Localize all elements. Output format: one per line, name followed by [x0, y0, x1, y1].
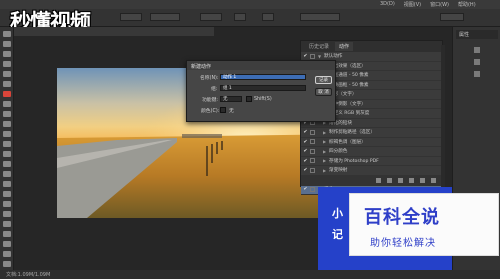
path-select-icon[interactable]	[3, 191, 11, 197]
new-set-icon[interactable]	[409, 178, 414, 183]
foreground-color-icon[interactable]	[3, 241, 11, 247]
option-slot[interactable]	[262, 13, 274, 21]
dialog-toggle-box[interactable]	[310, 53, 315, 59]
quick-select-tool-icon[interactable]	[3, 61, 11, 67]
option-slot[interactable]	[440, 13, 464, 21]
option-slot[interactable]	[200, 13, 222, 21]
check-icon[interactable]: ✔	[301, 139, 310, 145]
blur-tool-icon[interactable]	[3, 151, 11, 157]
banner-title: 百科全说	[364, 207, 440, 228]
check-icon[interactable]: ✔	[301, 129, 310, 135]
lasso-tool-icon[interactable]	[3, 51, 11, 57]
action-row[interactable]: ✔ ▶ 制作剪贴路径（选区）	[301, 128, 442, 138]
dodge-tool-icon[interactable]	[3, 161, 11, 167]
option-slot[interactable]	[234, 13, 246, 21]
action-label: 渐变映射	[329, 168, 348, 174]
color-swatch[interactable]	[220, 107, 226, 113]
status-bar: 文档:1.09M/1.09M	[0, 270, 500, 279]
properties-title[interactable]: 属性	[456, 30, 498, 39]
name-label: 名称(N):	[200, 76, 219, 81]
stop-icon[interactable]	[376, 178, 381, 183]
panel-icon[interactable]	[474, 71, 480, 77]
baike-banner: 百科全说 助你轻松解决	[349, 193, 499, 256]
action-row[interactable]: ✔ ▶ 渐变映射	[301, 166, 442, 176]
action-row[interactable]: ✔ ▶ 棕褐色调（图层）	[301, 138, 442, 147]
crop-tool-icon[interactable]	[3, 71, 11, 77]
hand-tool-icon[interactable]	[3, 211, 11, 217]
action-label: 棕褐色调（图层）	[329, 139, 366, 145]
brush-tool-icon[interactable]	[3, 101, 11, 107]
record-icon[interactable]	[387, 178, 392, 183]
check-icon[interactable]: ✔	[301, 148, 310, 154]
name-input[interactable]: 动作 1	[220, 74, 306, 80]
shape-tool-icon[interactable]	[3, 201, 11, 207]
menu-help[interactable]: 帮助(H)	[458, 1, 476, 8]
tab-actions[interactable]: 动作	[335, 42, 354, 51]
move-tool-icon[interactable]	[3, 31, 11, 37]
check-icon[interactable]: ✔	[301, 53, 310, 59]
action-label: 制作剪贴路径（选区）	[329, 130, 375, 136]
dialog-toggle-box[interactable]	[310, 158, 315, 164]
color-label: 颜色(C):	[201, 109, 220, 114]
healing-brush-icon[interactable]	[3, 91, 11, 97]
document-tab[interactable]	[14, 27, 214, 36]
set-label: 组:	[211, 87, 218, 92]
check-icon[interactable]: ✔	[301, 158, 310, 164]
doc-size: 文档:1.09M/1.09M	[6, 272, 51, 278]
menu-view[interactable]: 视图(V)	[404, 1, 421, 8]
action-row[interactable]: ✔ ▶ 存储为 Photoshop PDF	[301, 157, 442, 166]
option-slot[interactable]	[300, 13, 340, 21]
tools-toolbar	[0, 27, 14, 270]
set-select[interactable]: 组 1	[220, 85, 306, 91]
marquee-tool-icon[interactable]	[3, 41, 11, 47]
menu-3d[interactable]: 3D(D)	[380, 1, 395, 8]
screen-mode-icon[interactable]	[3, 261, 11, 267]
dialog-toggle-box[interactable]	[310, 139, 315, 145]
fkey-label: 功能键:	[202, 98, 219, 103]
shift-checkbox[interactable]	[246, 96, 252, 102]
more-tools-icon[interactable]	[3, 231, 11, 237]
quick-mask-icon[interactable]	[3, 251, 11, 257]
option-slot[interactable]	[150, 13, 180, 21]
distant-buildings	[182, 134, 222, 138]
dialog-title: 新建动作	[187, 61, 335, 70]
action-label: 存储为 Photoshop PDF	[329, 158, 379, 164]
fkey-select[interactable]: 无	[220, 96, 242, 102]
action-label: 默认动作	[324, 54, 343, 60]
action-label: 四分颜色	[329, 149, 348, 155]
banner-partial-text: 记	[332, 228, 343, 241]
color-value[interactable]: 无	[229, 107, 234, 114]
eyedropper-tool-icon[interactable]	[3, 81, 11, 87]
panel-icon[interactable]	[474, 59, 480, 65]
banner-partial-text: 小	[332, 207, 343, 220]
record-button[interactable]: 记录	[315, 76, 332, 84]
check-icon[interactable]: ✔	[301, 167, 310, 173]
dialog-toggle-box[interactable]	[310, 167, 315, 173]
play-icon[interactable]	[398, 178, 403, 183]
panel-tabs: 历史记录 动作	[301, 41, 442, 52]
panel-icon[interactable]	[474, 47, 480, 53]
dialog-toggle-box[interactable]	[310, 186, 315, 192]
tab-history[interactable]: 历史记录	[305, 42, 333, 51]
check-icon[interactable]: ✔	[301, 186, 310, 192]
zoom-tool-icon[interactable]	[3, 221, 11, 227]
banner-subtitle: 助你轻松解决	[370, 238, 436, 249]
dialog-toggle-box[interactable]	[310, 129, 315, 135]
menu-list: 3D(D) 视图(V) 窗口(W) 帮助(H)	[380, 1, 476, 8]
menu-window[interactable]: 窗口(W)	[430, 1, 449, 8]
type-tool-icon[interactable]	[3, 181, 11, 187]
option-slot[interactable]	[120, 13, 142, 21]
pen-tool-icon[interactable]	[3, 171, 11, 177]
actions-footer	[301, 176, 442, 186]
delete-icon[interactable]	[431, 178, 436, 183]
shift-label: Shift(S)	[254, 97, 272, 102]
stamp-tool-icon[interactable]	[3, 111, 11, 117]
cancel-button[interactable]: 取 消	[315, 88, 332, 96]
history-brush-icon[interactable]	[3, 121, 11, 127]
gradient-tool-icon[interactable]	[3, 141, 11, 147]
eraser-tool-icon[interactable]	[3, 131, 11, 137]
action-row[interactable]: ✔ ▶ 四分颜色	[301, 147, 442, 157]
dialog-toggle-box[interactable]	[310, 148, 315, 154]
new-action-icon[interactable]	[420, 178, 425, 183]
